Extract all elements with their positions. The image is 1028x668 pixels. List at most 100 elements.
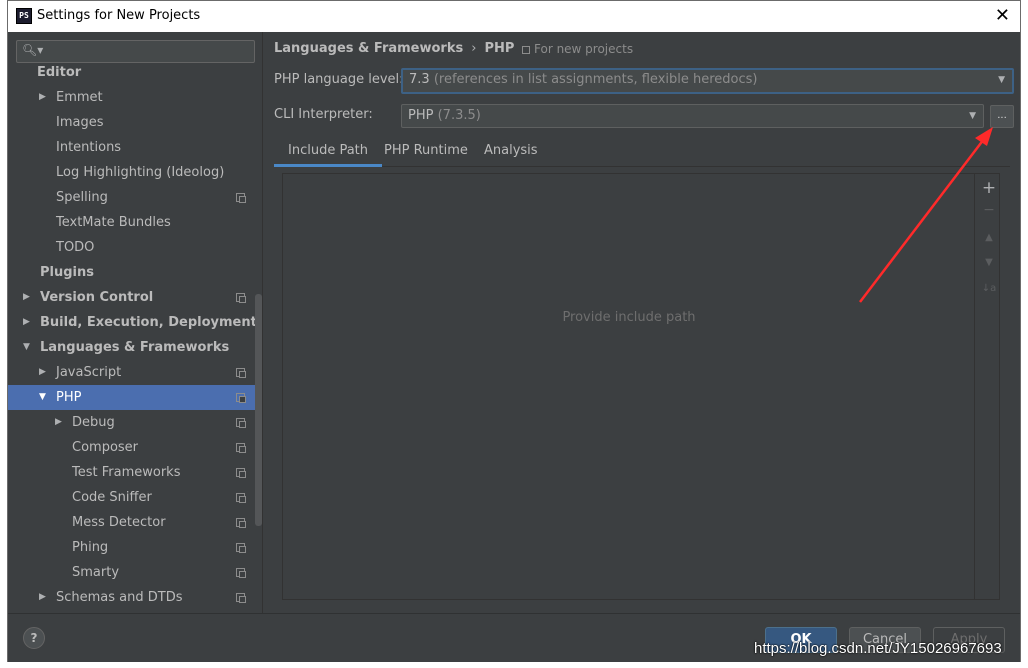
sidebar-item-textmate-bundles[interactable]: TextMate Bundles bbox=[8, 210, 255, 235]
chevron-right-icon[interactable]: ▶ bbox=[23, 285, 30, 310]
configure-interpreters-button[interactable]: ... bbox=[990, 105, 1014, 128]
tab-analysis[interactable]: Analysis bbox=[470, 140, 552, 167]
sidebar-item-log-highlighting-ideolog[interactable]: Log Highlighting (Ideolog) bbox=[8, 160, 255, 185]
sidebar-item-label: Smarty bbox=[72, 565, 120, 580]
project-settings-icon bbox=[236, 568, 246, 578]
sidebar-item-languages-frameworks[interactable]: ▼ Languages & Frameworks bbox=[8, 335, 255, 360]
sidebar-item-build-execution-deployment[interactable]: ▶ Build, Execution, Deployment bbox=[8, 310, 257, 335]
php-level-detail: (references in list assignments, flexibl… bbox=[433, 72, 758, 87]
title-bar: PS Settings for New Projects ✕ bbox=[8, 1, 1020, 32]
sidebar-item-intentions[interactable]: Intentions bbox=[8, 135, 255, 160]
sidebar-item-label: TODO bbox=[56, 240, 95, 255]
php-language-level-label: PHP language level: bbox=[274, 72, 404, 87]
project-settings-icon bbox=[236, 418, 246, 428]
php-level-value: 7.3 bbox=[409, 72, 430, 87]
add-icon[interactable]: + bbox=[981, 178, 997, 198]
project-settings-icon bbox=[236, 543, 246, 553]
breadcrumb-current: PHP bbox=[484, 41, 515, 56]
sidebar-item-smarty[interactable]: Smarty bbox=[8, 560, 255, 585]
project-settings-icon bbox=[236, 443, 246, 453]
settings-dialog: PS Settings for New Projects ✕ 🔍︎▾ Edito… bbox=[7, 0, 1021, 662]
breadcrumb: Languages & Frameworks › PHP bbox=[274, 41, 514, 56]
settings-sidebar: 🔍︎▾ Editor ▶ Emmet Images Intentions Log High… bbox=[8, 32, 263, 613]
move-up-icon[interactable]: ▲ bbox=[981, 232, 997, 243]
chevron-down-icon: ▼ bbox=[998, 75, 1005, 85]
sidebar-item-images[interactable]: Images bbox=[8, 110, 255, 135]
sidebar-item-label: Composer bbox=[72, 440, 139, 455]
cli-interpreter-version: (7.3.5) bbox=[437, 108, 481, 123]
sidebar-item-test-frameworks[interactable]: Test Frameworks bbox=[8, 460, 255, 485]
project-settings-icon bbox=[236, 368, 246, 378]
sidebar-item-label: Spelling bbox=[56, 190, 108, 205]
sidebar-item-label: Plugins bbox=[40, 265, 94, 280]
sidebar-item-composer[interactable]: Composer bbox=[8, 435, 255, 460]
remove-icon[interactable]: − bbox=[981, 202, 997, 218]
cli-interpreter-label: CLI Interpreter: bbox=[274, 107, 373, 122]
sidebar-item-label: Debug bbox=[72, 415, 115, 430]
sidebar-item-label: Log Highlighting (Ideolog) bbox=[56, 165, 225, 180]
sidebar-item-plugins[interactable]: Plugins bbox=[8, 260, 255, 285]
project-settings-icon bbox=[522, 45, 530, 54]
breadcrumb-parent: Languages & Frameworks bbox=[274, 41, 464, 56]
chevron-right-icon[interactable]: ▶ bbox=[23, 310, 30, 335]
sidebar-item-phing[interactable]: Phing bbox=[8, 535, 255, 560]
sidebar-item-label: TextMate Bundles bbox=[56, 215, 171, 230]
sidebar-item-label: Schemas and DTDs bbox=[56, 590, 183, 605]
sort-icon[interactable]: ↓a bbox=[981, 283, 997, 294]
sidebar-item-debug[interactable]: ▶ Debug bbox=[8, 410, 255, 435]
include-path-panel: Provide include path + − ▲ ▼ ↓a bbox=[282, 173, 1000, 600]
sidebar-item-label: Version Control bbox=[40, 290, 154, 305]
for-new-projects-label: For new projects bbox=[534, 42, 634, 56]
chevron-right-icon[interactable]: ▶ bbox=[39, 360, 46, 385]
sidebar-item-label: Images bbox=[56, 115, 104, 130]
project-settings-icon bbox=[236, 468, 246, 478]
sidebar-item-code-sniffer[interactable]: Code Sniffer bbox=[8, 485, 255, 510]
tab-include-path[interactable]: Include Path bbox=[274, 140, 383, 167]
sidebar-item-mess-detector[interactable]: Mess Detector bbox=[8, 510, 255, 535]
sidebar-item-emmet[interactable]: ▶ Emmet bbox=[8, 85, 255, 110]
chevron-down-icon: ▼ bbox=[969, 111, 976, 121]
sidebar-item-editor[interactable]: Editor bbox=[8, 60, 255, 85]
sidebar-item-todo[interactable]: TODO bbox=[8, 235, 255, 260]
project-settings-icon bbox=[236, 493, 246, 503]
sidebar-item-php[interactable]: ▼ PHP bbox=[8, 385, 262, 410]
chevron-down-icon[interactable]: ▼ bbox=[39, 385, 46, 410]
cli-interpreter-select[interactable]: PHP (7.3.5) ▼ bbox=[401, 104, 984, 128]
search-icon: 🔍︎▾ bbox=[22, 43, 44, 57]
tab-php-runtime[interactable]: PHP Runtime bbox=[370, 140, 482, 167]
close-icon[interactable]: ✕ bbox=[995, 5, 1010, 26]
sidebar-item-label: Code Sniffer bbox=[72, 490, 152, 505]
chevron-right-icon[interactable]: ▶ bbox=[55, 410, 62, 435]
chevron-right-icon[interactable]: ▶ bbox=[39, 85, 46, 110]
sidebar-item-label: PHP bbox=[56, 390, 82, 405]
window-title: Settings for New Projects bbox=[37, 8, 201, 23]
sidebar-item-version-control[interactable]: ▶ Version Control bbox=[8, 285, 255, 310]
move-down-icon[interactable]: ▼ bbox=[981, 257, 997, 268]
sidebar-item-label: Languages & Frameworks bbox=[40, 340, 230, 355]
sidebar-scrollbar[interactable] bbox=[255, 294, 262, 526]
sidebar-item-schemas-and-dtds[interactable]: ▶ Schemas and DTDs bbox=[8, 585, 255, 610]
project-settings-icon bbox=[236, 293, 246, 303]
sidebar-item-label: Build, Execution, Deployment bbox=[40, 315, 257, 330]
php-language-level-select[interactable]: 7.3 (references in list assignments, fle… bbox=[401, 68, 1014, 94]
php-tabs: Include Path PHP Runtime Analysis bbox=[274, 140, 1010, 167]
empty-list-text: Provide include path bbox=[562, 310, 696, 325]
sidebar-item-label: JavaScript bbox=[56, 365, 122, 380]
phpstorm-logo-icon: PS bbox=[16, 8, 32, 24]
help-icon[interactable]: ? bbox=[23, 627, 45, 649]
project-settings-icon bbox=[236, 593, 246, 603]
include-path-list[interactable]: Provide include path bbox=[283, 174, 975, 599]
for-new-projects-note: For new projects bbox=[522, 42, 633, 56]
chevron-down-icon[interactable]: ▼ bbox=[23, 335, 30, 360]
project-settings-icon bbox=[236, 393, 246, 403]
sidebar-item-label: Emmet bbox=[56, 90, 103, 105]
project-settings-icon bbox=[236, 193, 246, 203]
breadcrumb-separator: › bbox=[471, 41, 477, 56]
sidebar-item-label: Test Frameworks bbox=[72, 465, 181, 480]
sidebar-item-label: Phing bbox=[72, 540, 109, 555]
sidebar-item-label: Mess Detector bbox=[72, 515, 166, 530]
php-settings-panel: Languages & Frameworks › PHP For new proje… bbox=[264, 32, 1020, 613]
chevron-right-icon[interactable]: ▶ bbox=[39, 585, 46, 610]
sidebar-item-javascript[interactable]: ▶ JavaScript bbox=[8, 360, 255, 385]
sidebar-item-spelling[interactable]: Spelling bbox=[8, 185, 255, 210]
